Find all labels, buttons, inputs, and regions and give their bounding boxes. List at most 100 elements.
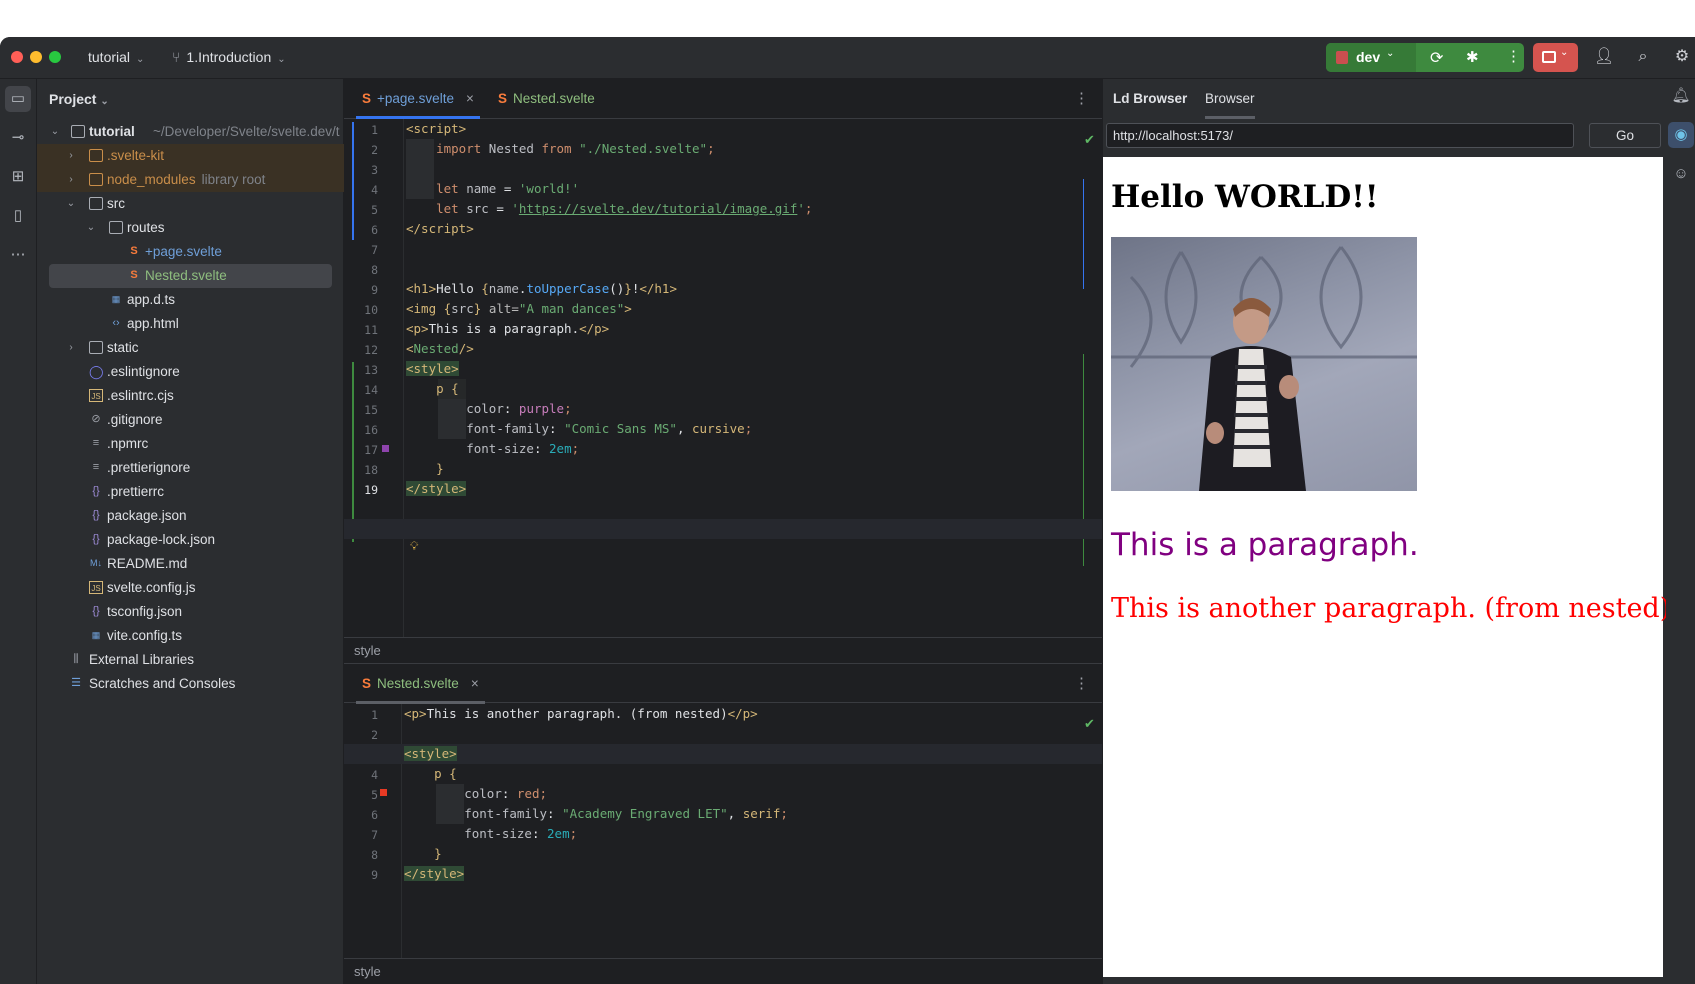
breadcrumb-bottom[interactable]: style — [344, 958, 1102, 984]
branch-name: 1.Introduction — [186, 49, 272, 65]
code-nested-svelte[interactable]: <p>This is another paragraph. (from nest… — [404, 704, 788, 881]
close-icon[interactable]: × — [466, 91, 474, 106]
go-button[interactable]: Go — [1589, 123, 1661, 148]
tree-item[interactable]: ◯ .eslintignore — [37, 360, 344, 384]
more-tools-icon[interactable]: ⋯ — [5, 242, 31, 268]
tree-item[interactable]: ▦ app.d.ts — [37, 288, 344, 312]
javascript-file-icon: JS — [89, 581, 103, 594]
tree-item-label: node_modules library root — [107, 168, 265, 192]
tree-item-label: Nested.svelte — [145, 268, 227, 283]
bookmarks-icon[interactable]: ▯ — [5, 203, 31, 229]
lightbulb-icon[interactable]: 💡︎ — [410, 539, 418, 554]
tree-item[interactable]: {} tsconfig.json — [37, 600, 344, 624]
gear-icon[interactable]: ⚙ — [1672, 47, 1692, 67]
tab-nested-svelte[interactable]: S Nested.svelte × — [356, 664, 485, 704]
svelte-file-icon: S — [498, 91, 508, 106]
rerun-icon[interactable]: ⟳ — [1430, 48, 1443, 68]
tree-item[interactable]: JS .eslintrc.cjs — [37, 384, 344, 408]
tree-item-label: package-lock.json — [107, 532, 216, 547]
tree-item[interactable]: ≡ .prettierignore — [37, 456, 344, 480]
tree-item[interactable]: › .svelte-kit — [37, 144, 344, 168]
tree-item[interactable]: ☰ Scratches and Consoles — [37, 672, 344, 696]
scratches-icon: ☰ — [71, 677, 81, 689]
chevron-down-icon[interactable]: ⌄ — [49, 120, 61, 144]
tree-item[interactable]: M↓ README.md — [37, 552, 344, 576]
json-file-icon: {} — [92, 509, 100, 521]
project-panel-title: Project — [49, 91, 97, 107]
tree-item[interactable]: S +page.svelte — [37, 240, 344, 264]
browser-icon[interactable]: ◉ — [1668, 122, 1694, 148]
inspection-ok-icon: ✔ — [1084, 716, 1095, 731]
line-number: 9 — [371, 868, 378, 882]
editor-tab-bar: S +page.svelte × S Nested.svelte ⋮ — [344, 79, 1102, 119]
commit-icon[interactable]: ⊸ — [5, 125, 31, 151]
line-number: 17 — [364, 443, 378, 457]
tree-item[interactable]: {} package.json — [37, 504, 344, 528]
folder-icon — [89, 149, 103, 162]
tab-page-svelte[interactable]: S +page.svelte × — [356, 79, 480, 119]
structure-icon[interactable]: ⊞ — [5, 164, 31, 190]
plugin-icon[interactable]: ☺ — [1668, 161, 1694, 187]
chevron-right-icon[interactable]: › — [65, 168, 77, 192]
stop-button[interactable]: ⌄ — [1533, 43, 1578, 72]
line-number: 4 — [371, 183, 378, 197]
tree-item-label: .eslintrc.cjs — [107, 388, 174, 403]
add-user-icon[interactable]: 👤︎ — [1594, 47, 1614, 67]
tree-item[interactable]: ⊘ .gitignore — [37, 408, 344, 432]
chevron-down-icon[interactable]: ⌄ — [85, 216, 97, 240]
line-number: 12 — [364, 343, 378, 357]
close-icon[interactable]: × — [471, 676, 479, 691]
tree-item-label: package.json — [107, 508, 187, 523]
tree-item-selected[interactable]: S Nested.svelte — [37, 264, 344, 288]
tree-item[interactable]: ≡ .npmrc — [37, 432, 344, 456]
typescript-file-icon: ▦ — [91, 630, 101, 640]
text-file-icon: ≡ — [92, 437, 100, 449]
tree-item[interactable]: › node_modules library root — [37, 168, 344, 192]
search-icon[interactable]: ⌕ — [1633, 47, 1653, 67]
code-page-svelte[interactable]: <script> import Nested from "./Nested.sv… — [406, 119, 812, 496]
color-swatch-icon — [380, 789, 387, 796]
tree-root-path: ~/Developer/Svelte/svelte.dev/t — [153, 124, 340, 139]
line-number: 14 — [364, 383, 378, 397]
ide-window: tutorial ⌄ ⑂ 1.Introduction ⌄ dev ⌄ ⟳ ✱ ⋮ ⌄… — [0, 37, 1695, 984]
inspection-ok-icon: ✔ — [1084, 132, 1095, 147]
tree-item[interactable]: ⫼ External Libraries — [37, 648, 344, 672]
run-config-selector[interactable]: dev ⌄ — [1326, 43, 1416, 72]
project-panel: Project ⌄ ⌄ tutorial ~/Developer/Svelte/… — [37, 79, 344, 984]
project-panel-header[interactable]: Project ⌄ — [49, 91, 109, 107]
chevron-right-icon[interactable]: › — [65, 336, 77, 360]
tree-item[interactable]: ⌄ routes — [37, 216, 344, 240]
zoom-window-button[interactable] — [49, 51, 61, 63]
tree-item[interactable]: {} package-lock.json — [37, 528, 344, 552]
folder-icon[interactable]: ▭ — [5, 86, 31, 112]
tree-item[interactable]: › static — [37, 336, 344, 360]
minimize-window-button[interactable] — [30, 51, 42, 63]
url-input[interactable]: http://localhost:5173/ — [1106, 123, 1574, 148]
branch-selector[interactable]: ⑂ 1.Introduction ⌄ — [172, 49, 286, 65]
close-window-button[interactable] — [11, 51, 23, 63]
tree-item[interactable]: ⌄ src — [37, 192, 344, 216]
line-number: 18 — [364, 463, 378, 477]
chevron-right-icon[interactable]: › — [65, 144, 77, 168]
right-tool-strip: 🔔︎ ◉ ☺ — [1666, 79, 1695, 984]
tree-item-label: src — [107, 196, 125, 211]
tab-browser[interactable]: Browser — [1205, 91, 1255, 119]
more-actions-icon[interactable]: ⋮ — [1074, 89, 1089, 107]
tab-ld-browser[interactable]: Ld Browser — [1113, 91, 1187, 106]
tree-item[interactable]: JS svelte.config.js — [37, 576, 344, 600]
tree-item[interactable]: {} .prettierrc — [37, 480, 344, 504]
web-content: Hello WORLD!! This is a paragraph. This … — [1103, 157, 1670, 977]
breadcrumb[interactable]: style — [344, 637, 1102, 663]
tree-root[interactable]: ⌄ tutorial ~/Developer/Svelte/svelte.dev… — [37, 120, 344, 144]
run-config-label: dev — [1356, 49, 1381, 65]
more-actions-icon[interactable]: ⋮ — [1506, 47, 1521, 65]
tree-item[interactable]: ‹› app.html — [37, 312, 344, 336]
tab-nested-svelte[interactable]: S Nested.svelte — [498, 79, 595, 119]
tree-item[interactable]: ▦ vite.config.ts — [37, 624, 344, 648]
project-selector[interactable]: tutorial ⌄ — [88, 49, 144, 65]
notifications-icon[interactable]: 🔔︎ — [1668, 83, 1694, 109]
debug-icon[interactable]: ✱ — [1466, 48, 1479, 66]
more-actions-icon[interactable]: ⋮ — [1074, 674, 1089, 692]
chevron-down-icon[interactable]: ⌄ — [65, 192, 77, 216]
line-number: 5 — [371, 203, 378, 217]
